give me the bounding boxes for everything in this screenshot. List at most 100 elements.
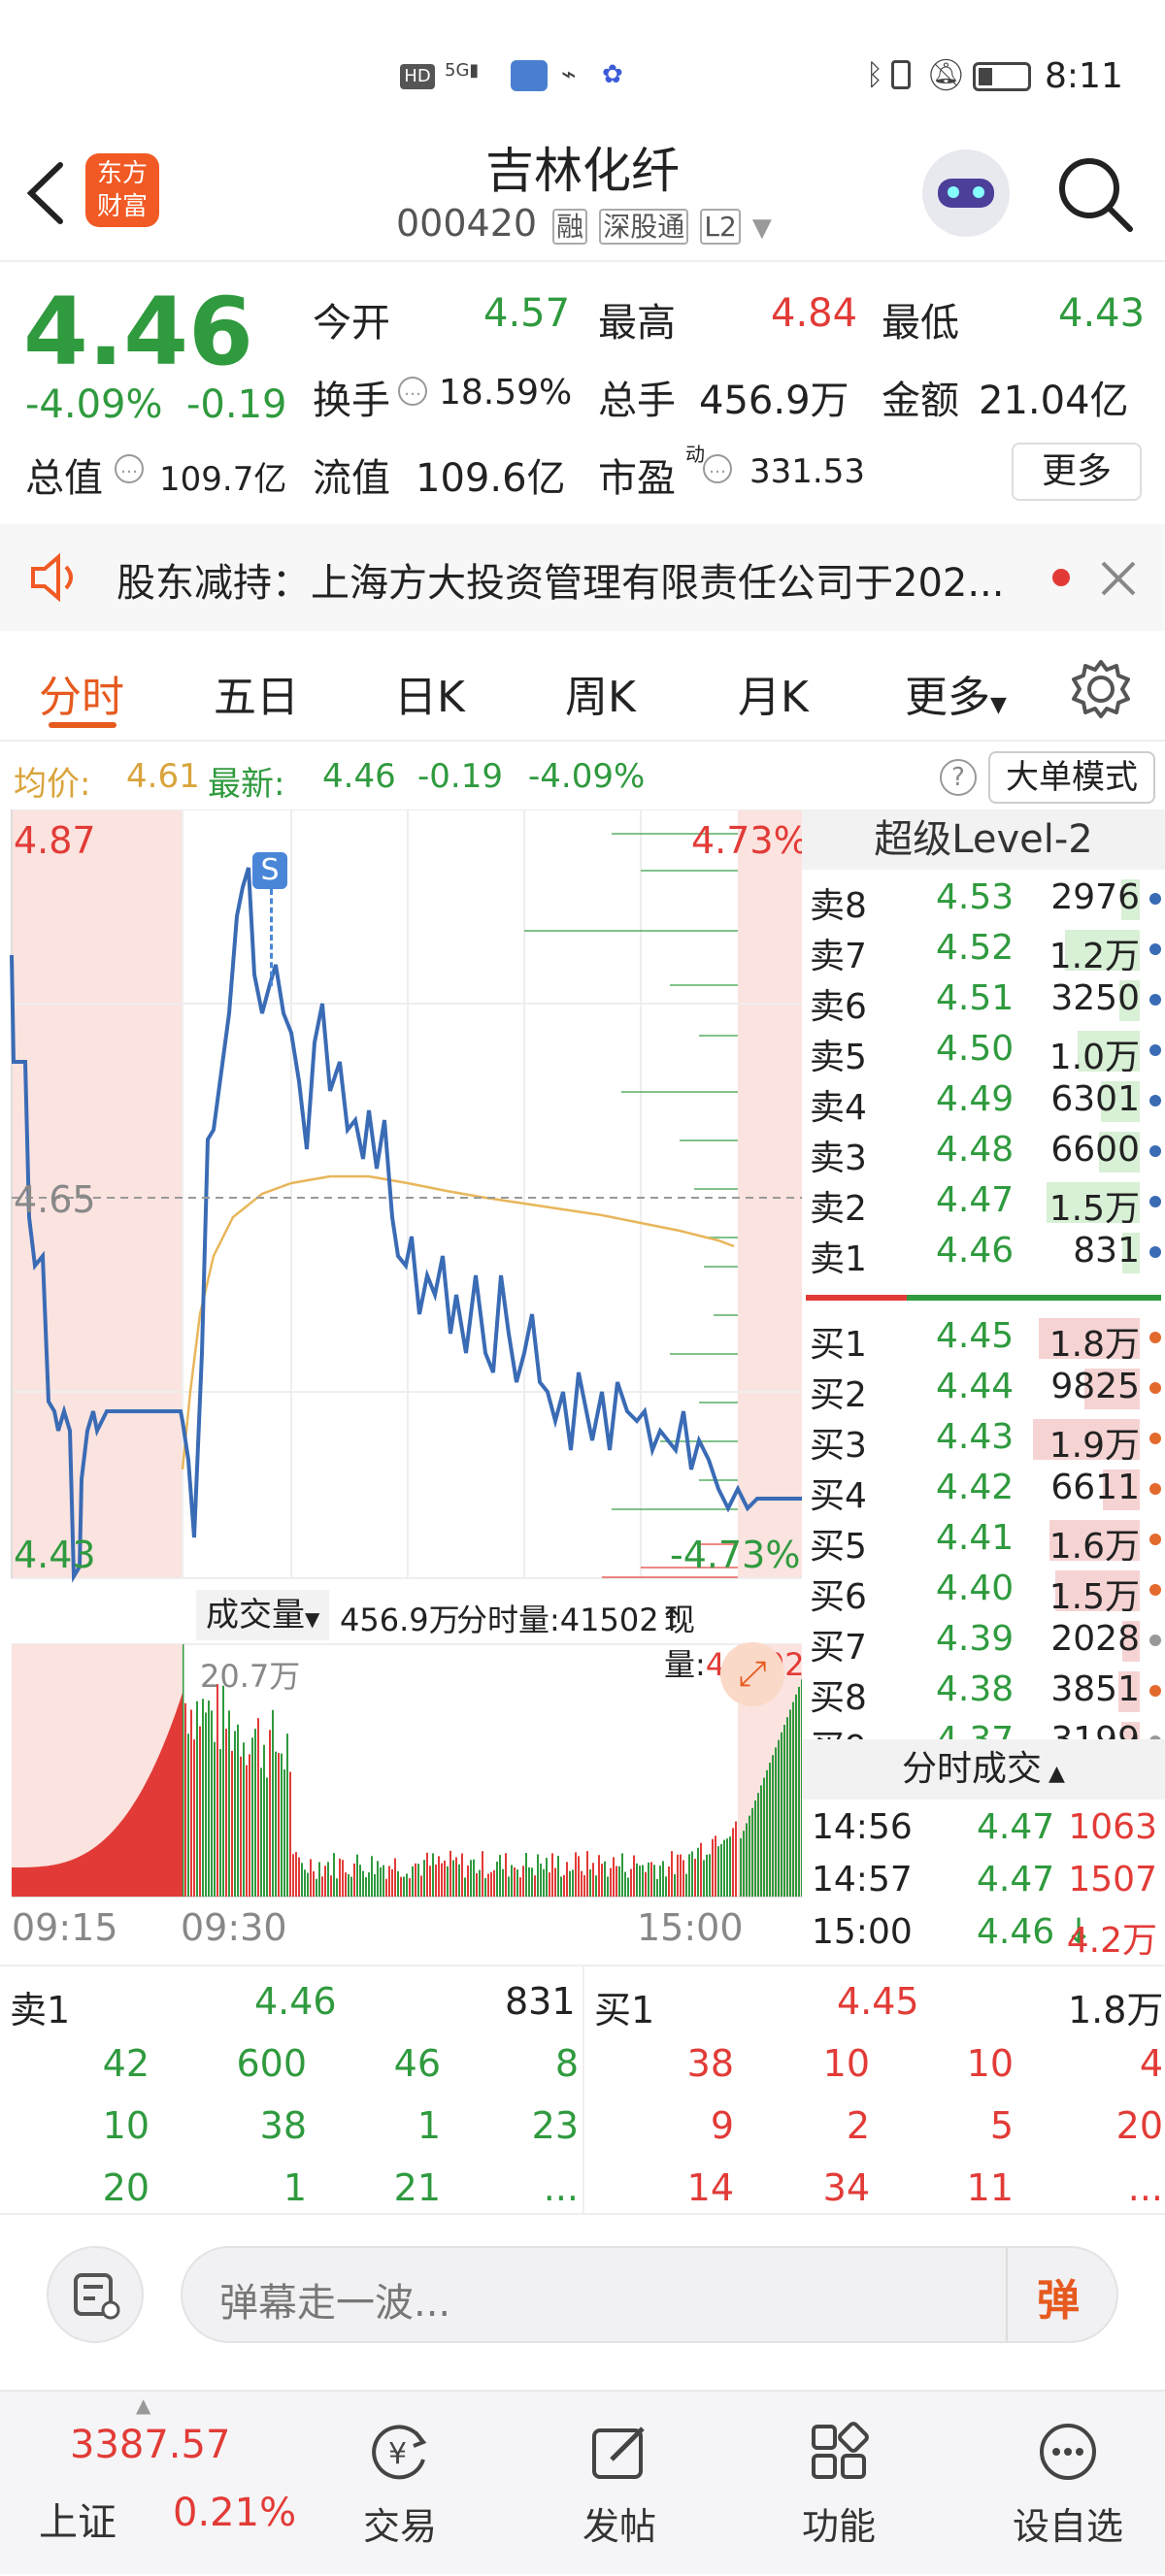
volume-bar: [769, 1763, 771, 1897]
depth-bar: [699, 1479, 738, 1481]
intraday-chart[interactable]: 4.87 4.65 4.43 4.73% -4.73% S 成交量▼ 456.9…: [0, 809, 809, 1965]
volume-bar: [595, 1875, 597, 1897]
sell-queue-cell: 8: [554, 2042, 579, 2085]
bid-row[interactable]: 买8 4.38 3851: [802, 1666, 1165, 1718]
volume-bar: [549, 1872, 550, 1897]
big-order-mode-button[interactable]: 大单模式: [988, 751, 1155, 804]
volume-bar: [228, 1710, 230, 1897]
volume-period: 分时量:41502↑: [456, 1596, 684, 1640]
nav-trade[interactable]: ¥ 交易: [332, 2392, 468, 2576]
trade-time: 14:56: [812, 1807, 913, 1847]
tab-more[interactable]: 更多▼: [905, 662, 1007, 724]
volume-now-label: 现量:: [664, 1602, 706, 1683]
volume-bar: [511, 1865, 513, 1897]
search-icon[interactable]: [1054, 153, 1136, 235]
info-icon[interactable]: …: [703, 454, 732, 483]
bid-row[interactable]: 买5 4.41 1.6万: [802, 1514, 1165, 1567]
bid-dot: [1149, 1635, 1161, 1646]
nav-functions[interactable]: 功能: [771, 2392, 907, 2576]
intraday-chart-svg[interactable]: [0, 809, 802, 1965]
queue-divider: [582, 1966, 584, 2215]
volume-bar: [490, 1872, 492, 1897]
robot-avatar-icon[interactable]: [922, 149, 1010, 237]
volume-bar: [286, 1734, 288, 1897]
volume-selector[interactable]: 成交量▼: [196, 1590, 330, 1640]
depth-bar: [694, 1188, 738, 1190]
bid-row[interactable]: 买4 4.42 6611: [802, 1464, 1165, 1516]
buy-queue-cell: 10: [966, 2042, 1014, 2085]
app-icon: [511, 60, 548, 91]
volume-bar: [754, 1800, 756, 1897]
more-button[interactable]: 更多: [1012, 443, 1142, 501]
volume-bar: [618, 1866, 620, 1897]
bid-row[interactable]: 买7 4.39 2028: [802, 1615, 1165, 1668]
sell-queue-cell: 10: [102, 2104, 150, 2147]
bid-row[interactable]: 买9 4.37 3199: [802, 1716, 1165, 1739]
tab-more-label: 更多: [905, 673, 990, 722]
volume-bar: [487, 1873, 489, 1897]
tab-5day[interactable]: 五日: [214, 662, 299, 724]
volume-bar: [648, 1862, 649, 1897]
volume-bar: [307, 1872, 309, 1897]
volume-bar: [557, 1855, 559, 1897]
volume-bar: [671, 1851, 673, 1897]
close-icon[interactable]: [1099, 559, 1138, 598]
trades-title[interactable]: 分时成交 ▲: [802, 1739, 1165, 1800]
bid-price: 4.39: [936, 1619, 1015, 1659]
nav-add-watchlist[interactable]: 设自选: [1000, 2392, 1136, 2576]
stock-header: 东方 财富 吉林化纤 000420 融 深股通 L2 ▼: [0, 126, 1165, 262]
volume-bar: [310, 1859, 312, 1897]
volume-bar: [746, 1823, 748, 1897]
volume-bar: [205, 1712, 207, 1897]
expand-icon[interactable]: ⤢: [720, 1642, 784, 1706]
volume-bar: [551, 1853, 553, 1897]
buy-queue-cell: 2: [846, 2104, 870, 2147]
volume-bar: [757, 1793, 759, 1897]
tab-daily[interactable]: 日K: [394, 662, 465, 724]
bid-label: 买5: [810, 1527, 867, 1567]
bid-row[interactable]: 买6 4.40 1.5万: [802, 1565, 1165, 1617]
volume-bar: [598, 1855, 600, 1897]
volume-bar: [592, 1863, 594, 1897]
index-ticker[interactable]: ▲ 3387.57 上证 0.21%: [0, 2392, 296, 2576]
bid-row[interactable]: 买1 4.45 1.8万: [802, 1312, 1165, 1365]
bid-price: 4.43: [936, 1417, 1015, 1457]
danmu-settings-icon[interactable]: [47, 2246, 144, 2343]
bid-row[interactable]: 买2 4.44 9825: [802, 1363, 1165, 1415]
info-icon[interactable]: …: [398, 377, 427, 406]
svg-text:¥: ¥: [388, 2437, 407, 2471]
queue-buy-vol: 1.8万: [1068, 1989, 1164, 2031]
stock-code-row[interactable]: 000420 融 深股通 L2 ▼: [396, 202, 772, 250]
volume-bar: [231, 1750, 233, 1897]
volume-bar: [682, 1860, 684, 1897]
volume-bar: [412, 1866, 414, 1897]
volume-bar: [578, 1856, 580, 1897]
trade-price: 4.46: [977, 1912, 1055, 1952]
buy-queue-cell: 11: [966, 2166, 1014, 2209]
volume-bar: [447, 1866, 449, 1897]
nav-post-label: 发帖: [582, 2505, 656, 2548]
danmu-input[interactable]: 弹幕走一波... 弹: [181, 2246, 1118, 2343]
bid-dot: [1149, 1685, 1161, 1697]
notice-bar[interactable]: 股东减持：上海方大投资管理有限责任公司于202...: [0, 524, 1165, 631]
danmu-send-icon[interactable]: 弹: [1037, 2265, 1080, 2328]
sell-queue-cell: 21: [393, 2166, 441, 2209]
info-icon[interactable]: …: [115, 454, 144, 483]
volume-bar: [281, 1753, 283, 1897]
volume-bar: [342, 1860, 344, 1897]
nav-post[interactable]: 发帖: [551, 2392, 687, 2576]
tab-intraday[interactable]: 分时: [39, 662, 124, 724]
volume-period-label: 分时量:: [456, 1602, 560, 1638]
bid-row[interactable]: 买3 4.43 1.9万: [802, 1413, 1165, 1466]
volume-bar: [301, 1863, 303, 1897]
volume-bar: [254, 1729, 256, 1897]
volume-bar: [292, 1854, 294, 1897]
help-icon[interactable]: ?: [940, 759, 977, 796]
tab-monthly[interactable]: 月K: [738, 662, 809, 724]
status-bar: HD 5G▮ ⌁ ✿ ᛒ 🔕︎ 8:11: [0, 0, 1165, 146]
signal-marker[interactable]: S: [252, 852, 287, 889]
settings-gear-icon[interactable]: [1070, 658, 1132, 720]
tab-weekly[interactable]: 周K: [565, 662, 636, 724]
avg-label: 均价:: [14, 765, 91, 804]
amount-value: 21.04亿: [979, 379, 1129, 423]
